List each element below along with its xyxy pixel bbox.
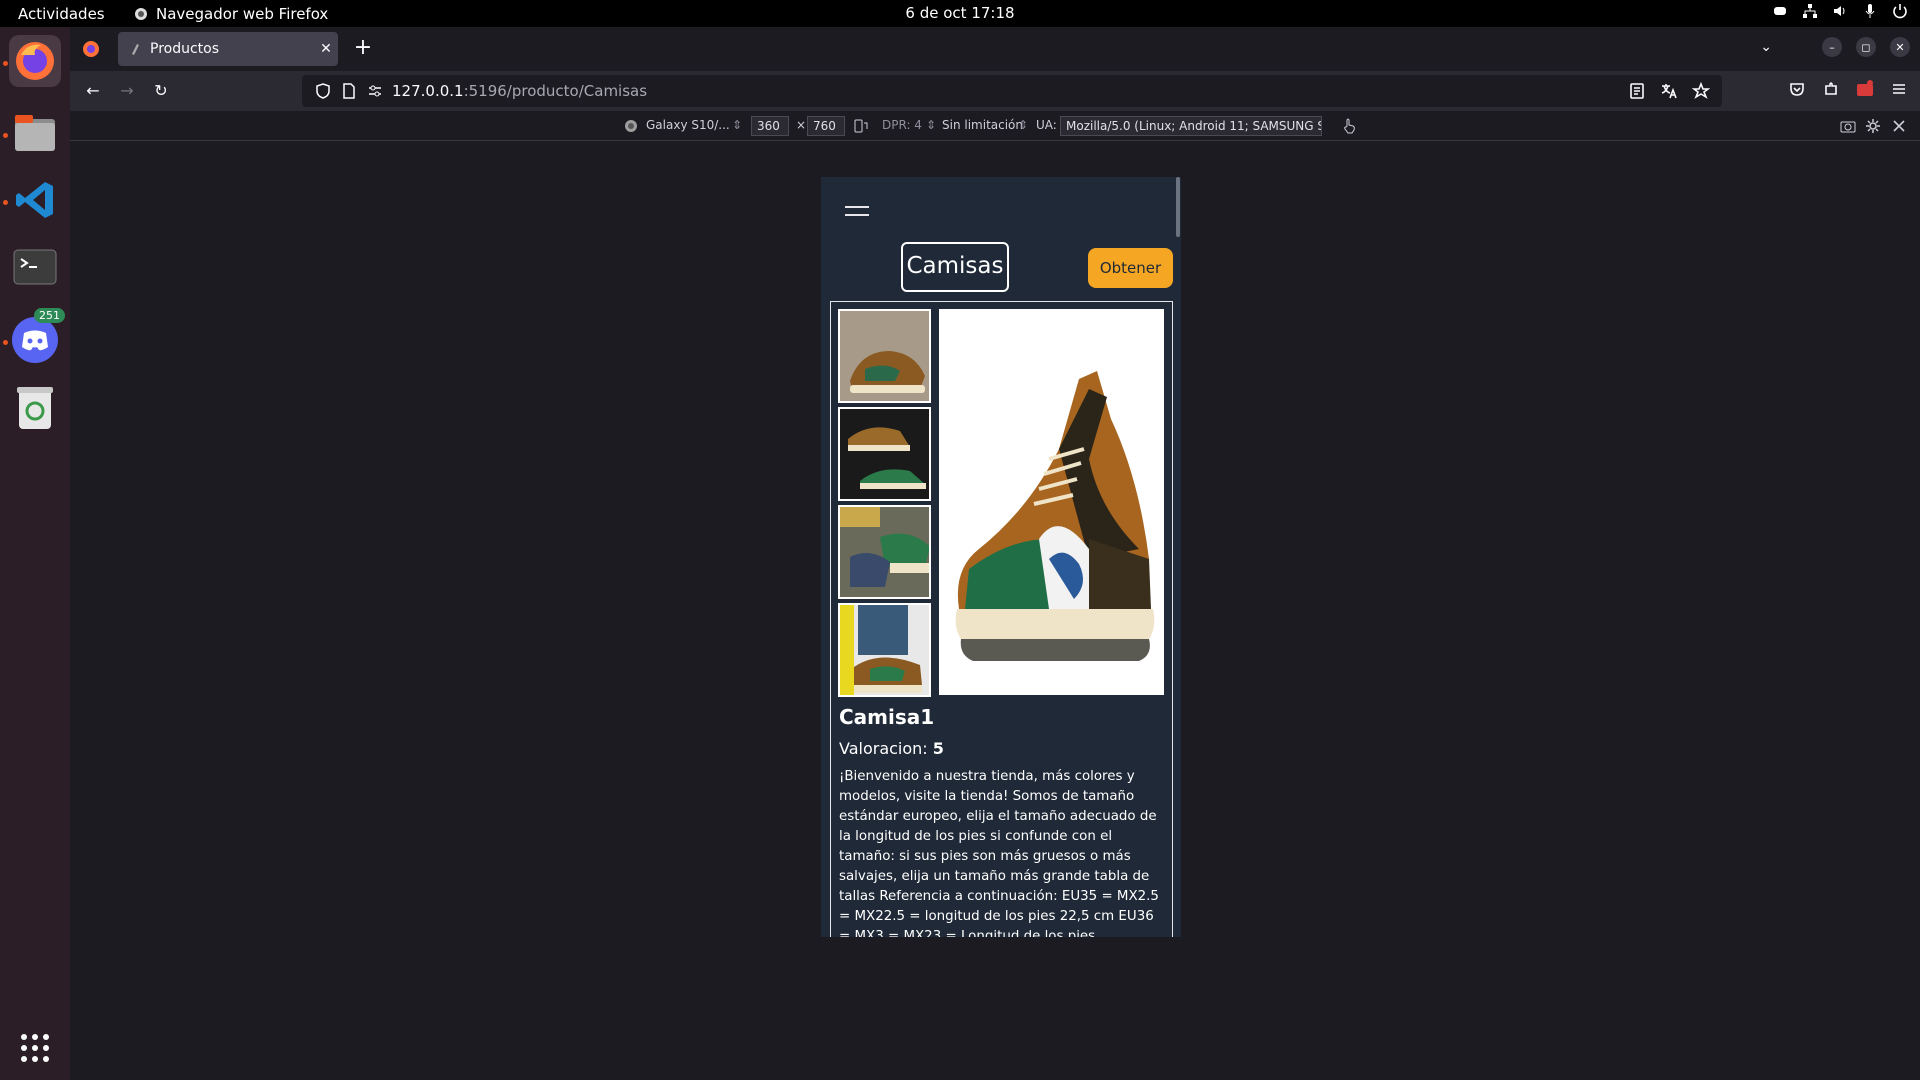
viewport-height-input[interactable]: 760 xyxy=(807,116,845,136)
app-grid-icon xyxy=(21,1034,49,1062)
dock-files[interactable] xyxy=(9,107,61,159)
throttle-selector[interactable]: Sin limitación xyxy=(942,118,1023,132)
shield-icon[interactable] xyxy=(314,82,332,100)
permissions-icon[interactable] xyxy=(366,82,384,100)
chrome-device-icon xyxy=(625,120,637,132)
close-tab-icon[interactable]: ✕ xyxy=(314,41,338,57)
minimize-button[interactable]: – xyxy=(1822,37,1842,57)
page-icon xyxy=(132,44,139,55)
url-bar[interactable]: 127.0.0.1:5196/producto/Camisas xyxy=(302,75,1722,107)
running-indicator xyxy=(3,133,8,138)
url-host: 127.0.0.1 xyxy=(392,82,464,100)
extension-red-icon[interactable] xyxy=(1856,80,1874,98)
throttle-chevron-icon[interactable]: ⇕ xyxy=(1018,118,1028,132)
running-indicator xyxy=(3,61,8,66)
tab-productos[interactable]: Productos ✕ xyxy=(118,32,338,66)
dock-firefox[interactable] xyxy=(9,35,61,87)
viewport-scrollbar[interactable] xyxy=(1176,177,1180,237)
user-agent-input[interactable]: Mozilla/5.0 (Linux; Android 11; SAMSUNG … xyxy=(1060,116,1322,136)
url-path: :5196/producto/Camisas xyxy=(463,82,648,100)
product-description: ¡Bienvenido a nuestra tienda, más colore… xyxy=(839,769,1159,937)
firefox-icon xyxy=(16,42,54,80)
dock-trash[interactable] xyxy=(9,382,61,434)
device-chevron-icon[interactable]: ⇕ xyxy=(732,118,742,132)
rotate-viewport-icon[interactable] xyxy=(853,119,869,133)
new-tab-button[interactable]: + xyxy=(350,36,376,62)
sneaker-thumbnail-image xyxy=(840,311,929,401)
page-info-icon[interactable] xyxy=(340,82,358,100)
settings-gear-icon[interactable] xyxy=(1865,118,1881,134)
back-button[interactable]: ← xyxy=(82,80,104,102)
product-thumbnail-1[interactable] xyxy=(838,309,931,403)
discord-tray-icon[interactable] xyxy=(1772,3,1788,19)
product-rating: Valoracion: 5 xyxy=(839,739,944,758)
power-icon[interactable] xyxy=(1892,3,1908,19)
product-thumbnail-4[interactable] xyxy=(838,603,931,697)
ua-label: UA: xyxy=(1036,118,1057,132)
product-main-image[interactable] xyxy=(939,309,1164,695)
category-title: Camisas xyxy=(901,242,1009,292)
dimension-separator: × xyxy=(796,118,807,132)
rating-label: Valoracion: xyxy=(839,739,928,758)
clock[interactable]: 6 de oct 17:18 xyxy=(0,4,1920,22)
bookmark-star-icon[interactable] xyxy=(1692,82,1710,100)
volume-icon[interactable] xyxy=(1832,3,1848,19)
window-controls: – ◻ ✕ xyxy=(1822,37,1910,57)
sneaker-thumbnail-image xyxy=(840,507,929,597)
device-selector[interactable]: Galaxy S10/... xyxy=(646,118,730,132)
terminal-icon xyxy=(13,249,57,285)
product-card: Camisa1 Valoracion: 5 ¡Bienvenido a nues… xyxy=(830,301,1173,937)
dock-vscode[interactable] xyxy=(9,174,61,226)
system-tray[interactable] xyxy=(1772,3,1908,19)
sneaker-thumbnail-image xyxy=(840,409,929,499)
sneaker-thumbnail-image xyxy=(840,605,929,695)
extensions-icon[interactable] xyxy=(1822,80,1840,98)
translate-icon[interactable] xyxy=(1660,82,1678,100)
recycle-bin-icon xyxy=(17,387,53,429)
screenshot-icon[interactable] xyxy=(1840,119,1856,133)
dpr-selector[interactable]: DPR: 4 xyxy=(882,118,922,132)
firefox-view-icon[interactable] xyxy=(82,40,100,58)
tab-bar: Productos ✕ + ⌄ – ◻ ✕ xyxy=(70,27,1920,71)
reload-button[interactable]: ↻ xyxy=(150,80,172,102)
product-thumbnail-2[interactable] xyxy=(838,407,931,501)
reader-view-icon[interactable] xyxy=(1628,82,1646,100)
close-window-button[interactable]: ✕ xyxy=(1890,37,1910,57)
product-thumbnail-3[interactable] xyxy=(838,505,931,599)
vscode-icon xyxy=(16,182,53,218)
tab-title: Productos xyxy=(150,41,220,57)
discord-icon xyxy=(12,317,58,363)
rating-value: 5 xyxy=(932,739,944,758)
running-indicator xyxy=(3,340,8,345)
obtener-button[interactable]: Obtener xyxy=(1088,248,1173,288)
product-name: Camisa1 xyxy=(839,705,935,729)
notification-badge: 251 xyxy=(34,308,65,323)
forward-button[interactable]: → xyxy=(116,80,138,102)
dock-discord[interactable]: 251 xyxy=(9,308,65,366)
list-tabs-chevron-icon[interactable]: ⌄ xyxy=(1760,39,1772,55)
touch-simulation-icon[interactable] xyxy=(1342,118,1356,134)
responsive-design-toolbar: Galaxy S10/... ⇕ 360 × 760 DPR: 4 ⇕ Sin … xyxy=(70,111,1920,141)
pocket-icon[interactable] xyxy=(1788,80,1806,98)
mobile-viewport: Camisas Obtener Camisa1 Valoracion: 5 ¡B… xyxy=(821,177,1181,937)
microphone-icon[interactable] xyxy=(1862,3,1878,19)
menu-icon[interactable] xyxy=(1890,80,1908,98)
maximize-button[interactable]: ◻ xyxy=(1856,37,1876,57)
dock-terminal[interactable] xyxy=(9,241,61,293)
dpr-chevron-icon[interactable]: ⇕ xyxy=(926,118,936,132)
close-rdm-icon[interactable] xyxy=(1892,119,1906,133)
folder-icon xyxy=(15,115,55,151)
show-apps-button[interactable] xyxy=(9,1022,61,1074)
viewport-width-input[interactable]: 360 xyxy=(751,116,789,136)
network-icon[interactable] xyxy=(1802,3,1818,19)
dock: 251 xyxy=(0,27,70,1080)
navigation-bar: ← → ↻ 127.0.0.1:5196/producto/Camisas xyxy=(70,71,1920,111)
sneaker-main-image xyxy=(939,309,1164,695)
hamburger-menu-icon[interactable] xyxy=(845,206,869,218)
running-indicator xyxy=(3,200,8,205)
system-top-bar: Actividades Navegador web Firefox 6 de o… xyxy=(0,0,1920,27)
